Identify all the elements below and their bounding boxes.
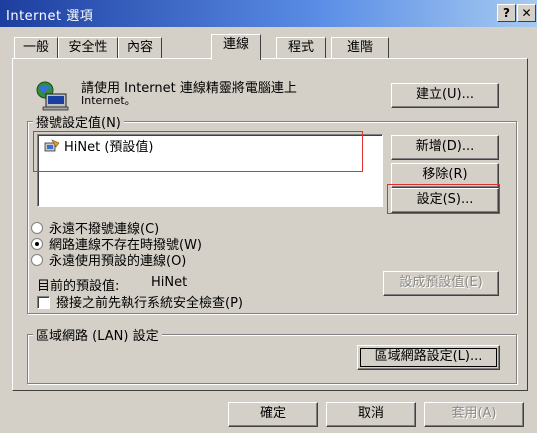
ok-button[interactable]: 確定 <box>228 402 318 427</box>
tab-general[interactable]: 一般 <box>14 37 58 59</box>
dialup-group-label: 撥號設定值(N) <box>33 112 124 131</box>
radio-dial-when-no-network[interactable]: 網路連線不存在時撥號(W) <box>31 238 202 254</box>
radio-dial-when-no-network-label: 網路連線不存在時撥號(W) <box>49 238 202 253</box>
radio-circle[interactable] <box>31 254 43 266</box>
help-button[interactable]: ? <box>497 4 516 22</box>
security-check-checkbox[interactable] <box>37 296 50 309</box>
wizard-text-line2: Internet。 <box>81 94 136 107</box>
annotation-highlight-connection <box>33 131 363 172</box>
tab-security[interactable]: 安全性 <box>58 37 118 59</box>
internet-options-dialog: Internet 選項 ? ✕ 一般 安全性 內容 連線 程式 進階 請使用 I… <box>0 0 539 433</box>
radio-always-dial-default-label: 永遠使用預設的連線(O) <box>49 254 187 269</box>
connections-panel: 請使用 Internet 連線精靈將電腦連上 Internet。 建立(U)..… <box>12 58 528 391</box>
lan-group-label: 區域網路 (LAN) 設定 <box>33 325 162 344</box>
radio-circle[interactable] <box>31 222 43 234</box>
current-default-value: HiNet <box>151 275 188 290</box>
title-bar[interactable]: Internet 選項 ? ✕ <box>0 0 537 27</box>
security-check-label: 撥接之前先執行系統安全檢查(P) <box>56 296 243 311</box>
add-button[interactable]: 新增(D)... <box>391 135 499 160</box>
annotation-highlight-settings <box>387 184 500 214</box>
tab-connections[interactable]: 連線 <box>211 34 261 60</box>
radio-always-dial-default[interactable]: 永遠使用預設的連線(O) <box>31 254 186 270</box>
current-default-label: 目前的預設值: <box>37 279 120 294</box>
tab-advanced[interactable]: 進階 <box>331 37 389 59</box>
radio-never-dial-label: 永遠不撥號連線(C) <box>49 222 160 237</box>
cancel-button[interactable]: 取消 <box>326 402 416 427</box>
tab-programs[interactable]: 程式 <box>276 37 326 59</box>
close-button[interactable]: ✕ <box>517 4 536 22</box>
lan-settings-button[interactable]: 區域網路設定(L)... <box>357 345 500 370</box>
connection-wizard-icon <box>36 81 69 111</box>
apply-button[interactable]: 套用(A) <box>424 402 524 427</box>
radio-circle-selected[interactable] <box>31 238 43 250</box>
radio-never-dial[interactable]: 永遠不撥號連線(C) <box>31 222 159 238</box>
security-check-option[interactable]: 撥接之前先執行系統安全檢查(P) <box>37 296 243 312</box>
tab-content[interactable]: 內容 <box>118 37 162 59</box>
setup-button[interactable]: 建立(U)... <box>391 83 499 108</box>
window-title: Internet 選項 <box>6 9 94 24</box>
set-default-button[interactable]: 設成預設值(E) <box>383 271 499 296</box>
